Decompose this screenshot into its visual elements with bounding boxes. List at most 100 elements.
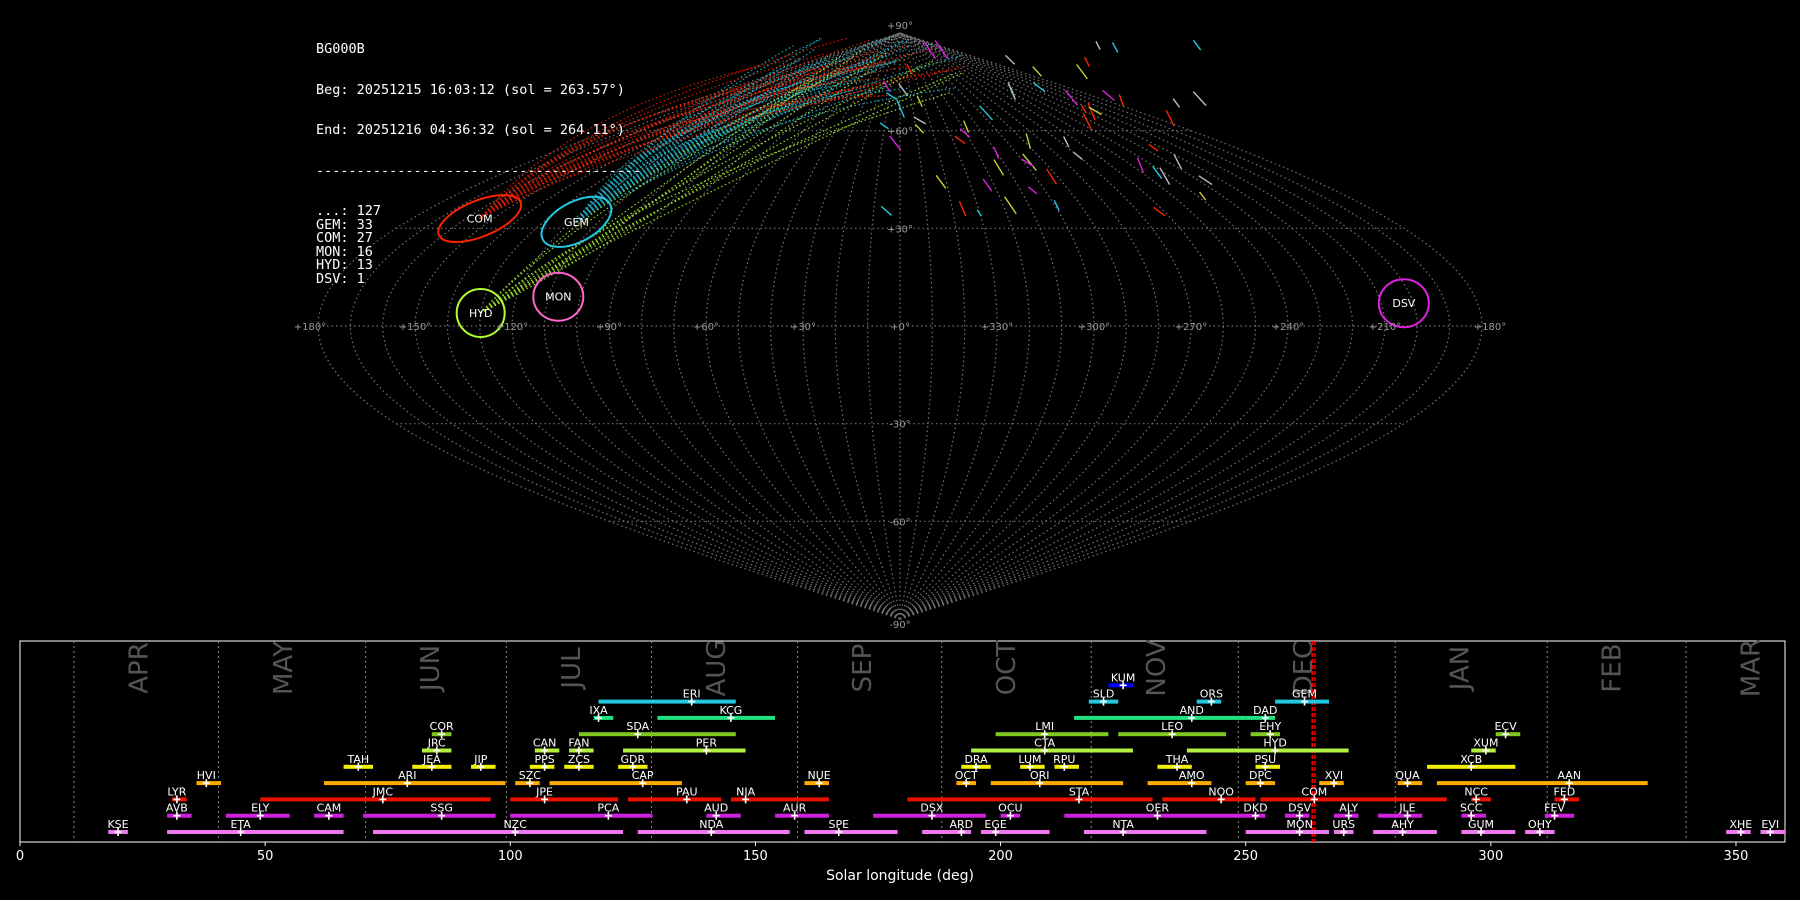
longitude-label: +270° [1175,322,1207,333]
x-tick-label: 150 [743,849,768,864]
shower-label: PCA [597,802,619,815]
sporadic-track [935,174,947,189]
shower-label: OCT [955,769,978,782]
shower-label: XVI [1325,769,1343,782]
sporadic-track [1075,63,1088,80]
sporadic-track [1032,66,1043,77]
shower-label: AAN [1557,769,1581,782]
shower-label: FED [1554,785,1576,798]
shower-label: OER [1146,802,1170,815]
sporadic-track [1028,186,1038,195]
shower-bar [907,797,1153,802]
shower-label: DKD [1243,802,1267,815]
shower-label: ORS [1200,688,1223,701]
sporadic-track [963,120,970,133]
shower-label: KCG [719,704,742,717]
month-label: MAR [1736,639,1766,697]
sporadic-track [898,83,909,97]
shower-label: PER [696,737,718,750]
x-tick-label: 250 [1233,849,1258,864]
meridian [737,32,901,620]
shower-label: ERI [683,688,701,701]
sporadic-track [1153,206,1166,217]
x-tick-label: 50 [257,849,274,864]
shower-label: GEM [1292,688,1317,701]
month-label: SEP [848,644,878,693]
shower-bar [657,715,776,720]
shower-label: LYR [167,785,186,798]
shower-label: EGE [984,818,1006,831]
shower-label: NDA [699,818,724,831]
shower-label: OCU [998,802,1022,815]
sporadic-track [1192,39,1202,51]
shower-label: NIA [736,785,755,798]
shower-label: XCB [1460,753,1482,766]
shower-label: FAN [568,737,589,750]
shower-label: IXA [589,704,608,717]
shower-label: JRC [427,737,446,750]
shower-label: PPS [534,753,554,766]
shower-bar [990,781,1124,786]
shower-label: ECV [1494,720,1517,733]
shower-bar [549,781,682,786]
shower-label: SPE [828,818,849,831]
latitude-label: -90° [889,620,910,631]
latitude-label: -60° [889,517,910,528]
shower-bar [510,813,653,818]
longitude-label: +330° [981,322,1013,333]
shower-label: ORI [1030,769,1050,782]
radiant-label: HYD [469,307,492,320]
sporadic-track [982,178,993,192]
sporadic-track [885,92,897,101]
divider: ---------------------------------------- [316,162,642,179]
month-label: MAY [269,641,299,695]
month-label: FEB [1598,643,1628,692]
longitude-label: +180° [1474,322,1506,333]
shower-label: LUM [1018,753,1041,766]
longitude-label: +210° [1369,322,1401,333]
shower-label: TAH [346,753,369,766]
longitude-label: +120° [496,322,528,333]
shower-label: AHY [1391,818,1414,831]
shower-label: SLD [1093,688,1115,701]
month-label: OCT [992,641,1022,696]
longitude-label: +150° [399,322,431,333]
shower-label: PAU [676,785,698,798]
end-time: End: 20251216 04:36:32 (sol = 264.11°) [316,122,625,138]
info-panel: BG000B Beg: 20251215 16:03:12 (sol = 263… [316,16,641,300]
sporadic-track [1025,133,1032,150]
shower-label: AUD [704,802,728,815]
sporadic-track [1198,175,1213,186]
sporadic-track [1192,91,1207,107]
shower-label: KSE [107,818,128,831]
sporadic-track [889,135,902,151]
sporadic-track [1004,54,1016,65]
shower-bar [167,830,344,834]
sporadic-track [1095,40,1101,50]
shower-bar [1074,715,1246,720]
sporadic-track [1032,82,1046,93]
shower-label: NCC [1464,785,1488,798]
longitude-label: +90° [596,322,622,333]
shower-label: AMO [1179,769,1205,782]
x-tick-label: 200 [988,849,1013,864]
longitude-label: +0° [890,322,910,333]
shower-label: OHY [1528,818,1552,831]
month-label: AUG [702,640,732,697]
shower-label: MON [1286,818,1312,831]
shower-bar [1083,830,1207,834]
shower-label: ARI [398,769,416,782]
latitude-label: +90° [887,21,913,32]
shower-label: AND [1180,704,1204,717]
shower-label: ZCS [568,753,590,766]
shower-label: JLE [1398,802,1415,815]
shower-label: SSG [430,802,453,815]
x-axis-label: Solar longitude (deg) [826,868,974,884]
month-label: APR [124,642,154,694]
shower-label: LMI [1035,720,1054,733]
shower-label: SDA [626,720,649,733]
shower-bar [804,830,898,834]
longitude-label: +30° [790,322,816,333]
shower-label: SZC [519,769,542,782]
shower-label: DRA [964,753,988,766]
